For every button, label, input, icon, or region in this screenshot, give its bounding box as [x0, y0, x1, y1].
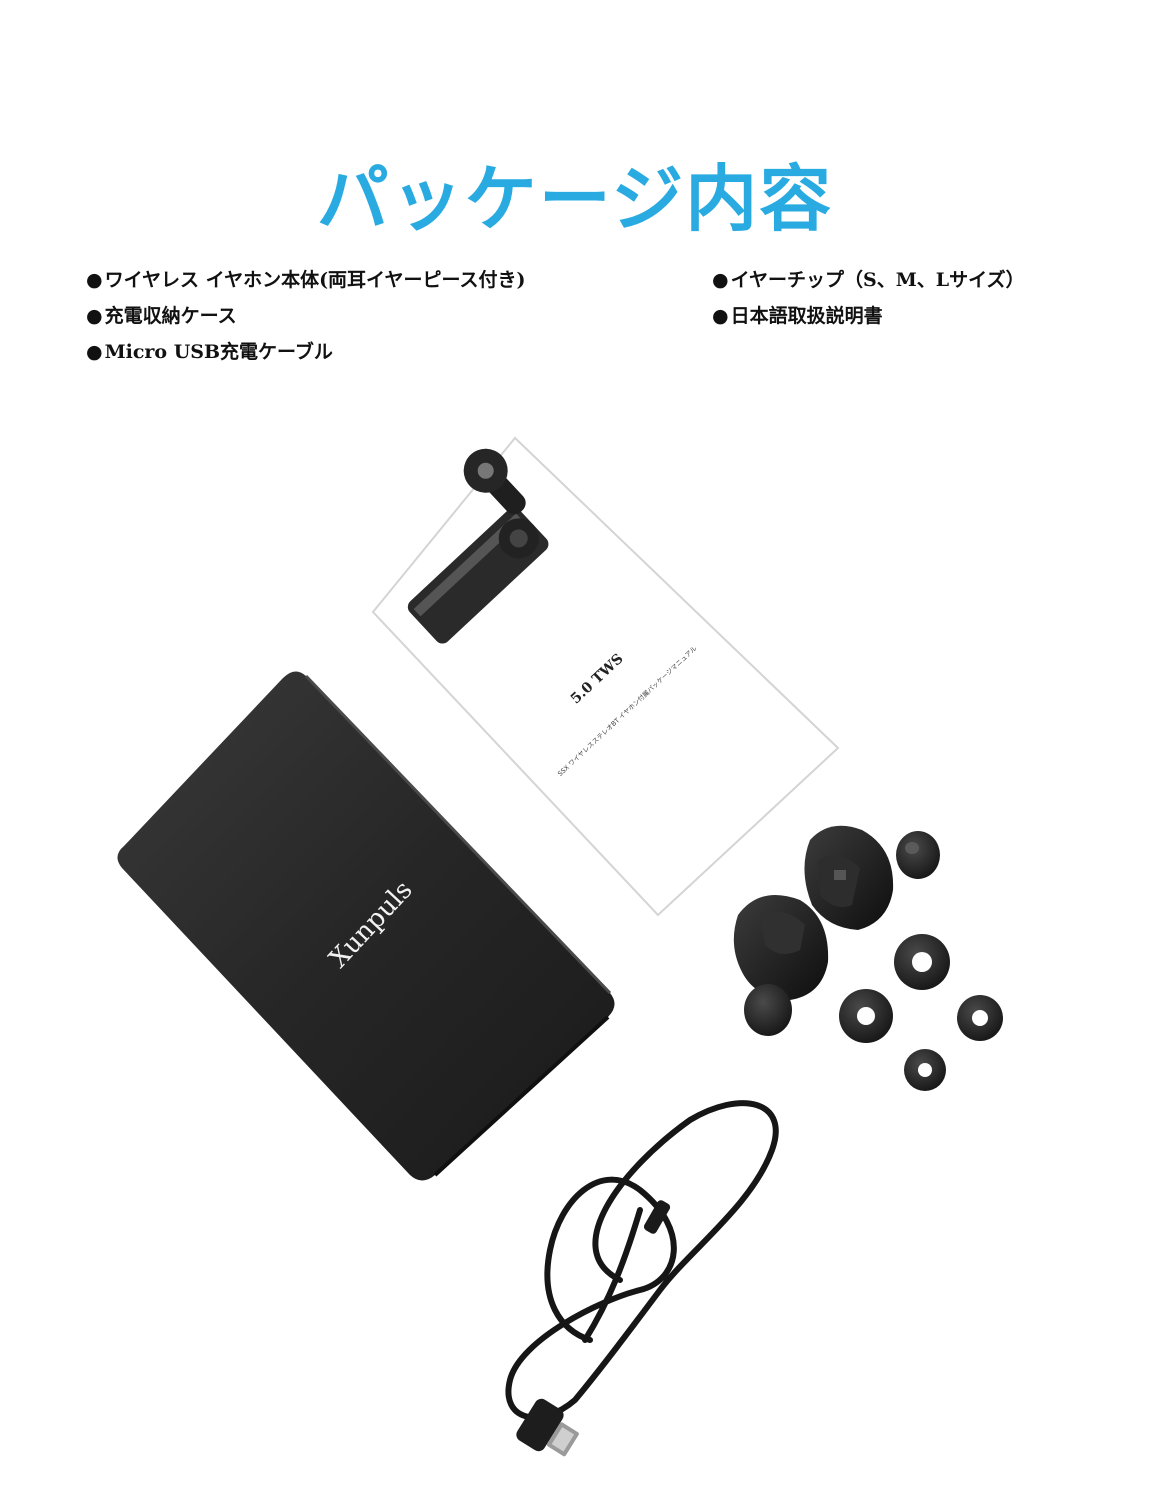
earbud-right: [804, 825, 940, 930]
usb-cable: [505, 1100, 779, 1457]
product-photo: 5.0 TWS SSX ワイヤレスステレオBT イヤホン付属パッケージマニュアル…: [117, 436, 1003, 1457]
ear-tip: [896, 831, 940, 879]
spare-ear-tips: [839, 934, 1003, 1091]
ear-tip: [744, 984, 792, 1036]
micro-usb-connector: [516, 1398, 579, 1457]
earbud-left: [733, 895, 829, 1036]
